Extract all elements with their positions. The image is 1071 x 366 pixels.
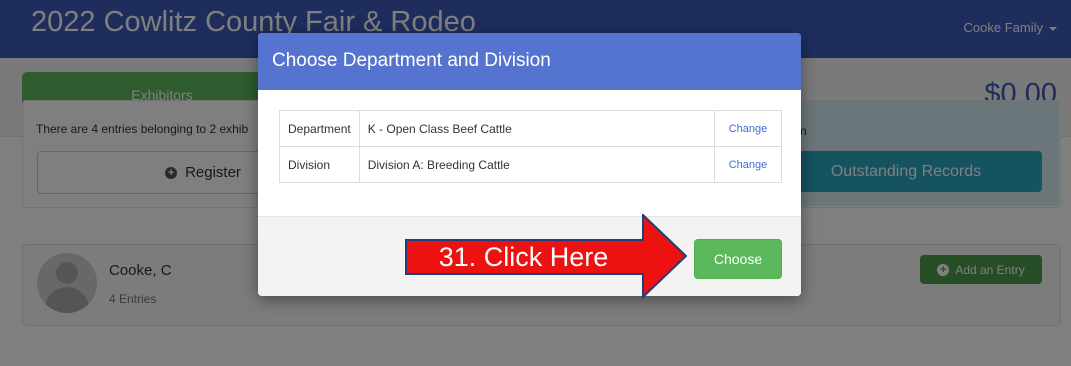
modal-body: Department K - Open Class Beef Cattle Ch… (258, 90, 801, 215)
division-value: Division A: Breeding Cattle (358, 146, 716, 183)
department-value: K - Open Class Beef Cattle (358, 110, 716, 147)
selection-table: Department K - Open Class Beef Cattle Ch… (279, 110, 782, 183)
change-department-link[interactable]: Change (714, 110, 782, 147)
choose-button-label: Choose (713, 251, 763, 267)
modal-header: Choose Department and Division (258, 33, 801, 90)
modal-title: Choose Department and Division (272, 50, 551, 71)
table-row: Division Division A: Breeding Cattle Cha… (279, 146, 782, 183)
department-label: Department (279, 110, 360, 147)
callout-text: 31. Click Here (438, 241, 609, 272)
choose-button[interactable]: Choose (694, 239, 782, 279)
change-division-link[interactable]: Change (714, 146, 782, 183)
table-row: Department K - Open Class Beef Cattle Ch… (279, 110, 782, 147)
division-label: Division (279, 146, 360, 183)
instruction-callout: 31. Click Here (405, 214, 687, 298)
